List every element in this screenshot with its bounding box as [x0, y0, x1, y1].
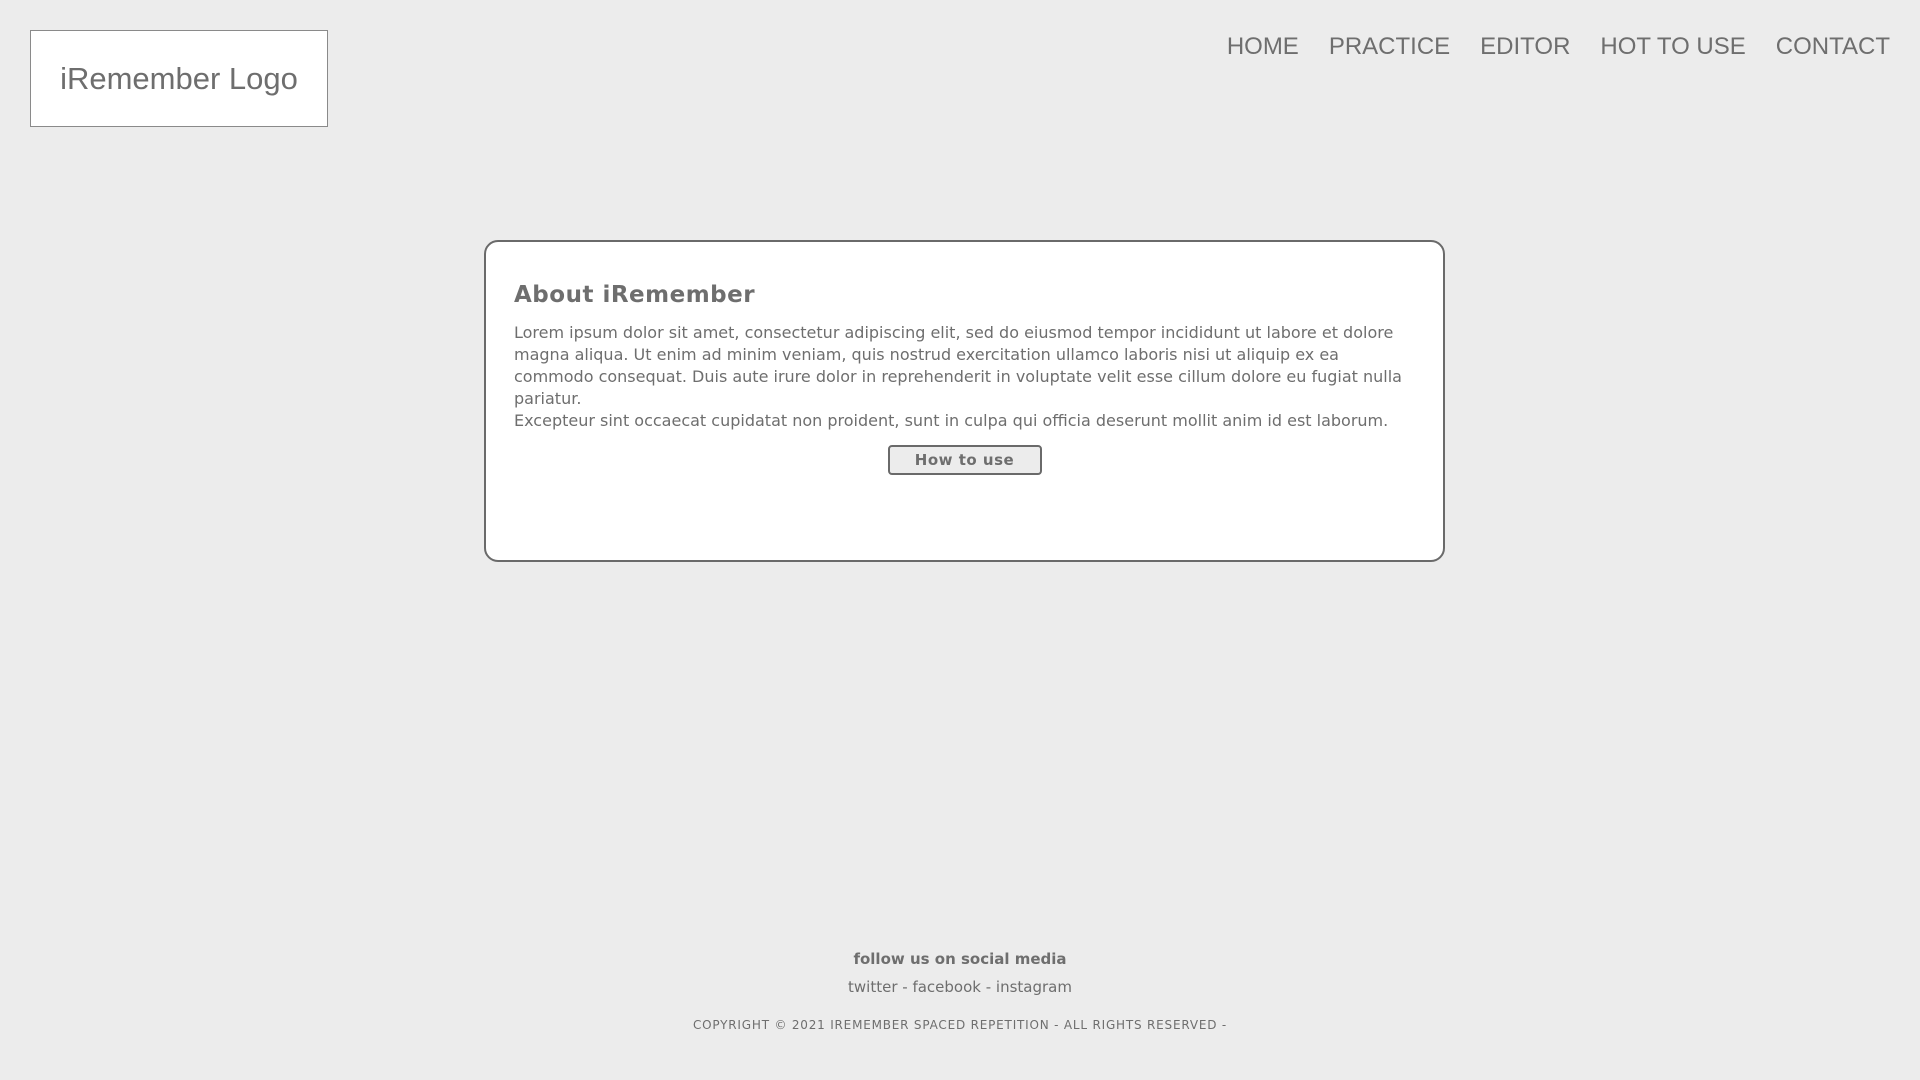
nav-how-to-use[interactable]: HOT TO USE [1600, 30, 1745, 64]
social-separator: - [897, 978, 913, 996]
about-card: About iRemember Lorem ipsum dolor sit am… [484, 240, 1445, 562]
nav-practice[interactable]: PRACTICE [1329, 30, 1450, 64]
about-paragraph-2: magna aliqua. Ut enim ad minim veniam, q… [514, 345, 1402, 408]
nav-contact[interactable]: CONTACT [1776, 30, 1890, 64]
nav-home[interactable]: HOME [1227, 30, 1299, 64]
logo[interactable]: iRemember Logo [30, 30, 328, 127]
nav-editor[interactable]: EDITOR [1480, 30, 1570, 64]
about-text: Lorem ipsum dolor sit amet, consectetur … [514, 322, 1414, 432]
facebook-link[interactable]: facebook [912, 978, 981, 996]
button-row: How to use [514, 445, 1415, 475]
instagram-link[interactable]: instagram [996, 978, 1072, 996]
main-nav: HOME PRACTICE EDITOR HOT TO USE CONTACT [1197, 30, 1890, 64]
footer-heading: follow us on social media [853, 950, 1067, 968]
footer: follow us on social media twitter - face… [0, 950, 1920, 1032]
how-to-use-button[interactable]: How to use [887, 445, 1042, 475]
social-links: twitter - facebook - instagram [0, 978, 1920, 996]
about-paragraph-1: Lorem ipsum dolor sit amet, consectetur … [514, 323, 1394, 342]
about-paragraph-3: Excepteur sint occaecat cupidatat non pr… [514, 411, 1389, 430]
about-title: About iRemember [514, 282, 756, 308]
copyright: COPYRIGHT © 2021 IREMEMBER SPACED REPETI… [692, 1018, 1228, 1032]
twitter-link[interactable]: twitter [848, 978, 897, 996]
social-separator: - [980, 978, 996, 996]
